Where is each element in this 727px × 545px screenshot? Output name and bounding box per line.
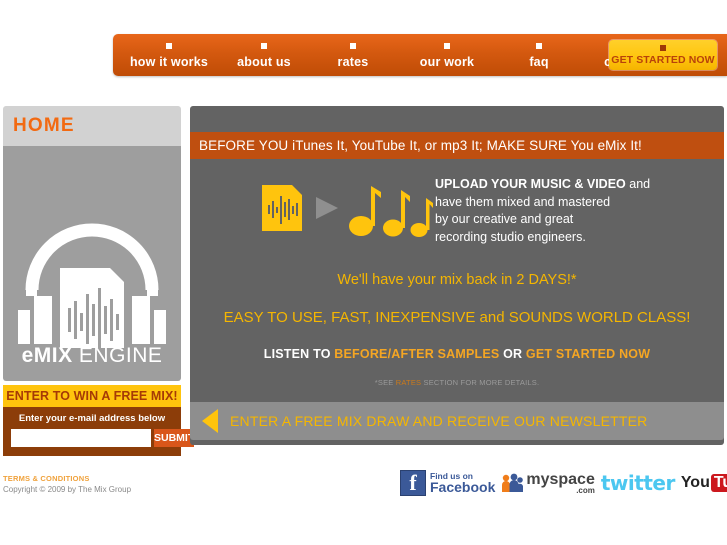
page-title: HOME: [13, 115, 75, 136]
footnote-prefix: *SEE: [374, 378, 396, 387]
free-mix-signup-box: ENTER TO WIN A FREE MIX! Enter your e-ma…: [3, 385, 195, 456]
youtube-link[interactable]: You Tube ™: [681, 474, 727, 492]
turnaround-text: We'll have your mix back in 2 DAYS!*: [337, 272, 577, 288]
upload-line-4: recording studio engineers.: [435, 229, 586, 244]
upload-illustration: [260, 178, 434, 243]
youtube-you-label: You: [680, 474, 710, 491]
page-title-bar: HOME: [3, 106, 181, 146]
myspace-dotcom-label: .com: [576, 485, 595, 495]
terms-and-conditions-link[interactable]: TERMS & CONDITIONS: [3, 474, 203, 483]
play-arrow-icon: [314, 194, 340, 227]
before-after-samples-link[interactable]: BEFORE/AFTER SAMPLES: [334, 347, 499, 361]
nav-bullet-icon: [444, 43, 450, 49]
listen-cta-line: LISTEN TO BEFORE/AFTER SAMPLES OR GET ST…: [190, 347, 724, 361]
upload-line-1-bold: UPLOAD YOUR MUSIC & VIDEO: [435, 177, 626, 191]
signup-form-row: SUBMIT: [11, 429, 195, 447]
rates-link[interactable]: RATES: [396, 378, 421, 387]
upload-copy-text: UPLOAD YOUR MUSIC & VIDEO and have them …: [435, 176, 715, 246]
newsletter-bar[interactable]: ENTER A FREE MIX DRAW AND RECEIVE OUR NE…: [190, 402, 724, 440]
myspace-people-icon: [501, 473, 524, 493]
twitter-link[interactable]: twitter: [601, 471, 675, 495]
listen-middle: OR: [499, 347, 526, 361]
upload-line-2: have them mixed and mastered: [435, 194, 611, 209]
get-started-now-button[interactable]: GET STARTED NOW: [609, 40, 717, 70]
youtube-tube-label: Tube: [710, 474, 727, 492]
submit-button[interactable]: SUBMIT: [154, 429, 195, 447]
get-started-now-link[interactable]: GET STARTED NOW: [526, 347, 650, 361]
nav-label: about us: [237, 55, 291, 69]
nav-bullet-icon: [350, 43, 356, 49]
left-arrow-icon: [202, 409, 218, 433]
nav-label: rates: [337, 55, 369, 69]
headline-text: BEFORE YOU iTunes It, YouTube It, or mp3…: [199, 138, 642, 153]
nav-bullet-icon: [536, 43, 542, 49]
logo-word-emix: eMIX: [21, 344, 73, 367]
email-input[interactable]: [11, 429, 151, 447]
myspace-link[interactable]: myspace .com: [501, 470, 595, 495]
upload-line-3: by our creative and great: [435, 212, 574, 226]
nav-item-about-us[interactable]: about us: [219, 34, 309, 76]
top-navigation-area: how it works about us rates our work faq…: [0, 0, 727, 100]
footer-left: TERMS & CONDITIONS Copyright © 2009 by T…: [3, 474, 203, 494]
benefits-text: EASY TO USE, FAST, INEXPENSIVE and SOUND…: [223, 309, 691, 326]
footnote-suffix: SECTION FOR MORE DETAILS.: [421, 378, 540, 387]
signup-heading: ENTER TO WIN A FREE MIX!: [3, 385, 181, 407]
logo-word-engine: ENGINE: [72, 344, 163, 367]
cta-label: GET STARTED NOW: [611, 54, 715, 66]
signup-sub-label: Enter your e-mail address below: [18, 413, 166, 424]
navigation-bar: how it works about us rates our work faq…: [113, 34, 727, 76]
nav-bullet-icon: [166, 43, 172, 49]
waveform-document-icon: [260, 183, 304, 238]
nav-label: faq: [529, 55, 549, 69]
nav-bullet-icon: [261, 43, 267, 49]
facebook-wordmark: Find us on Facebook: [430, 471, 496, 496]
facebook-link[interactable]: f Find us on Facebook: [400, 470, 495, 496]
footnote-line: *SEE RATES SECTION FOR MORE DETAILS.: [190, 378, 724, 387]
nav-label: how it works: [129, 55, 209, 69]
main-content-panel: BEFORE YOU iTunes It, YouTube It, or mp3…: [190, 106, 724, 445]
nav-item-rates[interactable]: rates: [309, 34, 397, 76]
listen-prefix: LISTEN TO: [263, 347, 335, 361]
newsletter-text: ENTER A FREE MIX DRAW AND RECEIVE OUR NE…: [230, 413, 648, 429]
nav-item-faq[interactable]: faq: [497, 34, 581, 76]
myspace-wordmark: myspace .com: [526, 470, 595, 495]
facebook-icon: f: [400, 470, 426, 496]
facebook-label: Facebook: [430, 479, 496, 496]
headphones-waveform-logo-icon: [16, 168, 168, 353]
upload-line-1: UPLOAD YOUR MUSIC & VIDEO and: [435, 176, 715, 194]
left-sidebar: HOME eMIX ENGINE: [3, 106, 181, 381]
logo-wordmark: eMIX ENGINE: [3, 344, 181, 368]
nav-item-our-work[interactable]: our work: [397, 34, 497, 76]
music-notes-icon: [348, 178, 434, 243]
logo-panel: eMIX ENGINE: [3, 146, 181, 381]
nav-item-how-it-works[interactable]: how it works: [119, 34, 219, 76]
signup-body: Enter your e-mail address below SUBMIT: [3, 407, 195, 456]
upload-line-1-rest: and: [625, 177, 651, 191]
nav-label: our work: [419, 55, 475, 69]
cta-bullet-icon: [660, 45, 666, 51]
social-links: f Find us on Facebook myspace .com twitt…: [396, 467, 727, 499]
headline-banner: BEFORE YOU iTunes It, YouTube It, or mp3…: [190, 132, 724, 159]
copyright-text: Copyright © 2009 by The Mix Group: [3, 485, 132, 494]
myspace-label: myspace: [526, 470, 595, 488]
